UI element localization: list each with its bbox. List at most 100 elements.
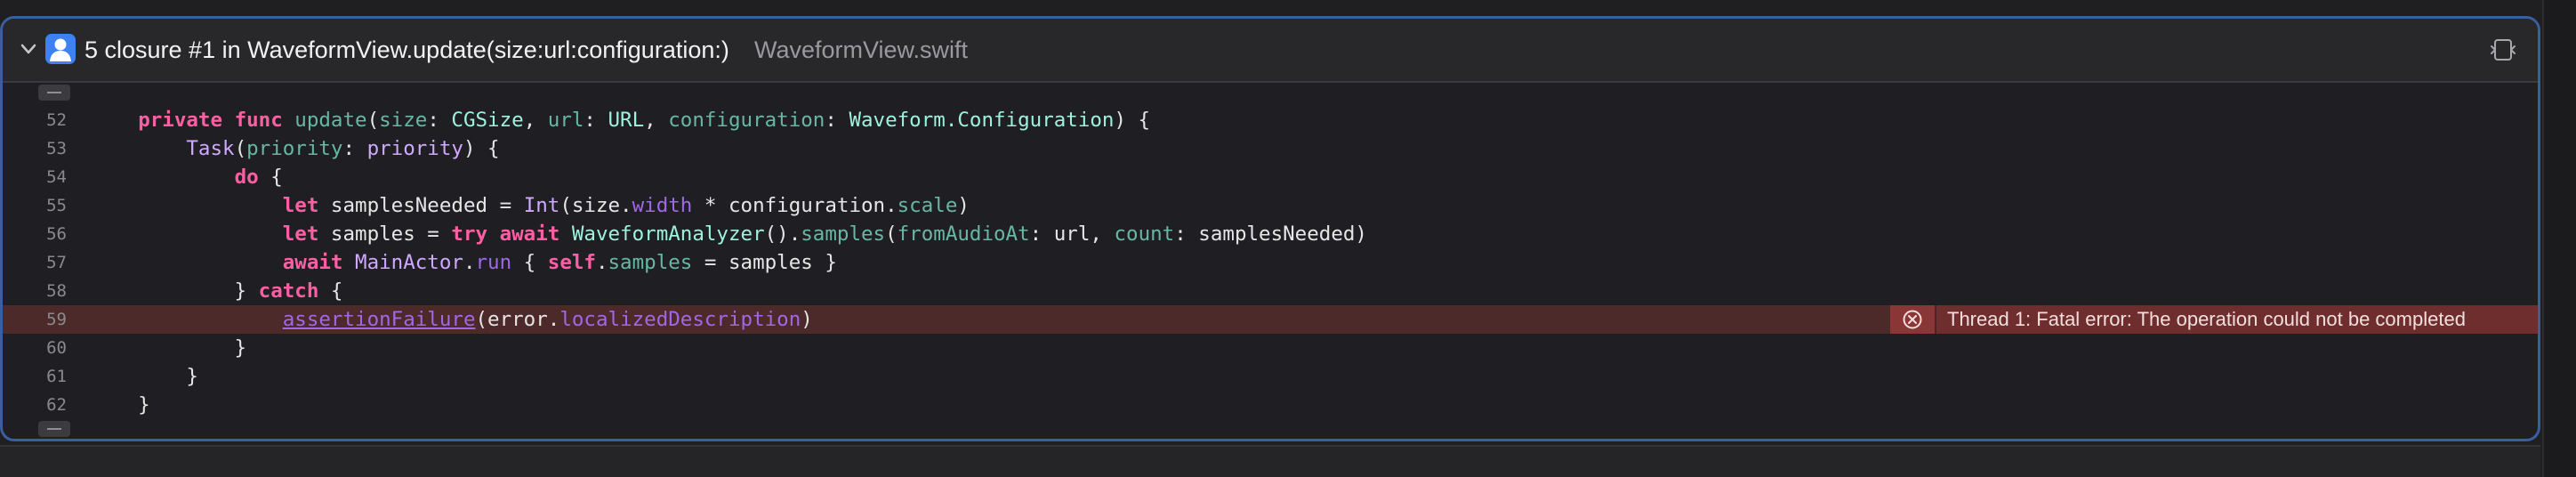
- code-token: }: [90, 365, 198, 388]
- code-text: let samplesNeeded = Int(size.width * con…: [90, 191, 970, 220]
- code-text: }: [90, 362, 198, 391]
- code-text: await MainActor.run { self.samples = sam…: [90, 248, 837, 277]
- chevron-down-icon[interactable]: [19, 39, 38, 59]
- code-token: ): [957, 194, 970, 217]
- code-text: assertionFailure(error.localizedDescript…: [90, 305, 813, 334]
- code-line[interactable]: 58 } catch {: [3, 277, 2538, 305]
- code-token: scale: [897, 194, 958, 217]
- stack-frame-panel: 5 closure #1 in WaveformView.update(size…: [0, 16, 2540, 441]
- code-token: (: [234, 137, 247, 160]
- code-token: :: [342, 137, 367, 160]
- code-line[interactable]: 62 }: [3, 391, 2538, 419]
- code-token: {: [258, 166, 283, 189]
- code-token: configuration: [668, 109, 825, 132]
- code-token: .: [463, 251, 476, 274]
- code-token: width: [632, 194, 693, 217]
- person-avatar-icon: [45, 34, 76, 64]
- file-name: WaveformView.swift: [754, 36, 969, 63]
- code-line[interactable]: 52 private func update(size: CGSize, url…: [3, 106, 2538, 134]
- code-token: private: [138, 109, 223, 132]
- code-token: Waveform.Configuration: [849, 109, 1115, 132]
- fold-top-button[interactable]: [38, 85, 70, 101]
- code-text: do {: [90, 163, 283, 191]
- code-token: :: [584, 109, 608, 132]
- line-number: 58: [46, 281, 67, 301]
- code-line-error[interactable]: 59 assertionFailure(error.localizedDescr…: [3, 305, 2538, 334]
- code-token: * configuration.: [692, 194, 898, 217]
- code-token: run: [475, 251, 512, 274]
- code-token: count: [1114, 222, 1175, 246]
- code-token: ) {: [463, 137, 500, 160]
- code-line[interactable]: 61 }: [3, 362, 2538, 391]
- code-line[interactable]: 60 }: [3, 334, 2538, 362]
- code-token: URL: [608, 109, 645, 132]
- code-line[interactable]: 57 await MainActor.run { self.samples = …: [3, 248, 2538, 277]
- code-token: :: [825, 109, 849, 132]
- code-token: samples: [608, 251, 693, 274]
- line-number: 61: [46, 367, 67, 386]
- panel-header: 5 closure #1 in WaveformView.update(size…: [3, 19, 2538, 83]
- line-number: 53: [46, 139, 67, 158]
- code-token: samplesNeeded =: [318, 194, 524, 217]
- next-frame-strip: [0, 445, 2540, 477]
- code-token: update: [294, 109, 367, 132]
- code-token: assertionFailure: [282, 308, 476, 331]
- line-number: 62: [46, 395, 67, 415]
- code-token: let: [282, 222, 319, 246]
- code-token: samples: [801, 222, 886, 246]
- code-text: let samples = try await WaveformAnalyzer…: [90, 220, 1367, 248]
- code-token: localizedDescription: [559, 308, 801, 331]
- code-text: } catch {: [90, 277, 343, 305]
- code-token: await: [282, 251, 343, 274]
- fold-bottom-button[interactable]: [38, 421, 70, 437]
- code-text: }: [90, 391, 150, 419]
- code-token: samples =: [318, 222, 452, 246]
- line-number: 55: [46, 196, 67, 215]
- code-token: (: [885, 222, 898, 246]
- vertical-scrollbar[interactable]: [2542, 0, 2576, 477]
- code-token: func: [234, 109, 283, 132]
- code-token: await: [499, 222, 560, 246]
- code-token: fromAudioAt: [897, 222, 1030, 246]
- code-line[interactable]: 56 let samples = try await WaveformAnaly…: [3, 220, 2538, 248]
- code-line[interactable]: 54 do {: [3, 163, 2538, 191]
- code-text: Task(priority: priority) {: [90, 134, 500, 163]
- code-token: catch: [258, 279, 319, 303]
- code-text: }: [90, 334, 247, 362]
- code-token: priority: [246, 137, 343, 160]
- code-token: = samples }: [692, 251, 837, 274]
- source-code: 52 private func update(size: CGSize, url…: [3, 106, 2538, 419]
- code-token: : samplesNeeded): [1174, 222, 1367, 246]
- code-token: try: [451, 222, 488, 246]
- code-line[interactable]: 53 Task(priority: priority) {: [3, 134, 2538, 163]
- code-token: (error.: [475, 308, 560, 331]
- code-token: {: [318, 279, 343, 303]
- error-annotation[interactable]: Thread 1: Fatal error: The operation cou…: [1890, 305, 2538, 334]
- line-number: 52: [46, 110, 67, 130]
- code-token: }: [90, 336, 247, 360]
- code-token: (size.: [559, 194, 632, 217]
- line-number: 54: [46, 167, 67, 187]
- code-token: .: [595, 251, 608, 274]
- error-message: Thread 1: Fatal error: The operation cou…: [1947, 308, 2466, 330]
- line-number: 56: [46, 224, 67, 244]
- code-token: ,: [644, 109, 669, 132]
- code-token: do: [234, 166, 259, 189]
- code-token: Task: [186, 137, 235, 160]
- code-token: ().: [764, 222, 801, 246]
- code-token: }: [90, 279, 259, 303]
- code-token: ) {: [1114, 109, 1151, 132]
- code-line[interactable]: 55 let samplesNeeded = Int(size.width * …: [3, 191, 2538, 220]
- line-number: 57: [46, 253, 67, 272]
- expand-window-icon[interactable]: [2490, 36, 2516, 63]
